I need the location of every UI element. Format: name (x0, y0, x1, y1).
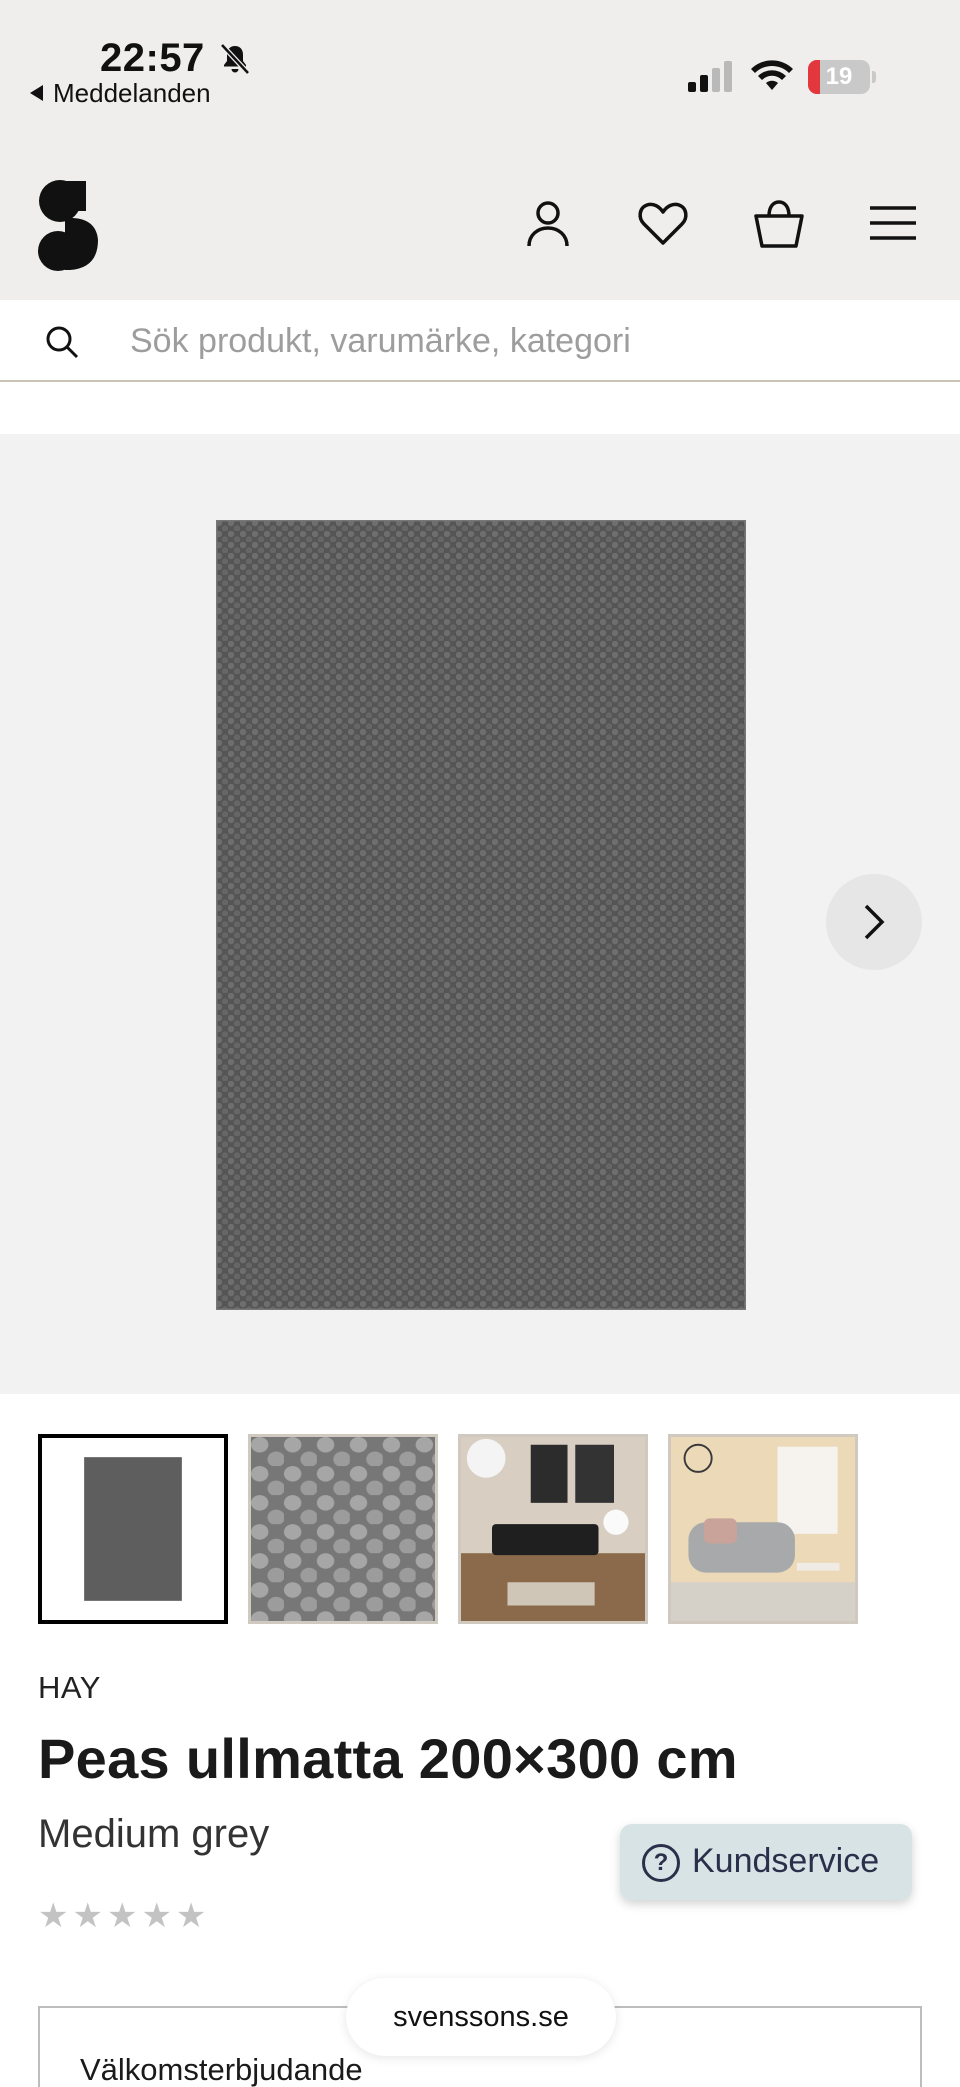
user-icon[interactable] (521, 196, 575, 250)
thumbnail-1[interactable] (38, 1434, 228, 1624)
next-image-button[interactable] (826, 874, 922, 970)
rating-stars[interactable]: ★★★★★ (38, 1896, 210, 1936)
thumbnail-2[interactable] (248, 1434, 438, 1624)
status-bar: 22:57 Meddelanden 19 (0, 0, 960, 130)
product-brand[interactable]: HAY (38, 1670, 101, 1706)
shopping-bag-icon[interactable] (752, 196, 806, 250)
back-triangle-icon (30, 85, 43, 101)
product-title: Peas ullmatta 200×300 cm (38, 1727, 738, 1790)
wifi-icon (751, 60, 793, 90)
heart-icon[interactable] (636, 196, 690, 250)
back-app-label: Meddelanden (53, 78, 211, 108)
question-icon: ? (642, 1844, 680, 1882)
menu-icon[interactable] (866, 196, 920, 250)
browser-url-bar[interactable]: svenssons.se (346, 1978, 616, 2056)
product-image-rug[interactable] (216, 520, 746, 1310)
thumbnail-3[interactable] (458, 1434, 648, 1624)
battery-indicator: 19 (808, 60, 876, 94)
battery-level: 19 (825, 63, 853, 90)
status-time: 22:57 (100, 36, 205, 80)
customer-service-button[interactable]: ? Kundservice (620, 1824, 912, 1900)
chevron-right-icon (864, 904, 885, 940)
customer-service-label: Kundservice (692, 1842, 880, 1880)
welcome-offer-title: Välkomsterbjudande (80, 2052, 363, 2087)
search-icon[interactable] (44, 324, 80, 360)
cellular-signal-icon (688, 61, 732, 92)
site-header (0, 130, 960, 300)
svenssons-logo-icon[interactable] (36, 178, 106, 274)
thumbnail-4[interactable] (668, 1434, 858, 1624)
bell-muted-icon (220, 43, 250, 75)
search-input[interactable] (130, 314, 910, 368)
product-image-gallery[interactable] (0, 434, 960, 1394)
product-variant: Medium grey (38, 1812, 270, 1856)
search-bar (0, 300, 960, 382)
back-to-app[interactable]: Meddelanden (30, 78, 211, 109)
